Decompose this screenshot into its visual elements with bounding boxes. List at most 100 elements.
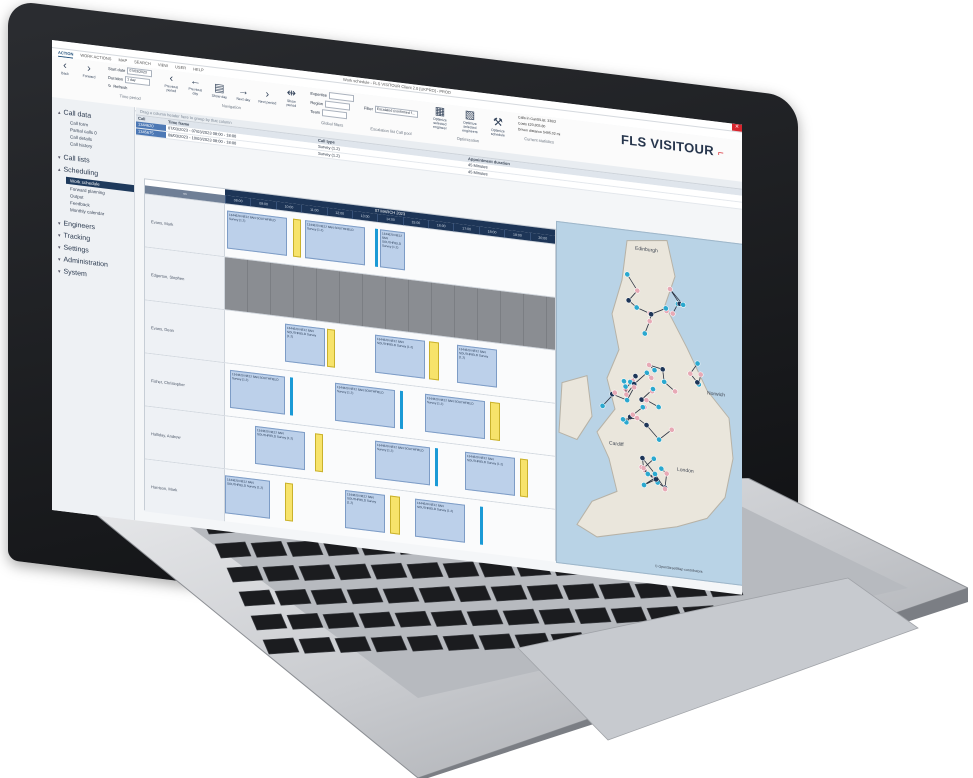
travel-block[interactable] [490,401,500,442]
previous-period-button[interactable]: ‹ Previous period [162,72,180,94]
travel-block[interactable] [315,433,323,473]
show-day-button[interactable]: ▤ Show day [210,81,228,100]
keyboard-key [406,562,444,579]
fls-visitour-logo: FLS VISITOUR ⌐ [621,131,724,160]
optimize-engineers-button[interactable]: ▧ Optimize selected engineers [458,108,482,135]
next-period-button[interactable]: › Next period [258,87,276,105]
next-day-button[interactable]: → Next day [234,84,252,103]
status-stripe[interactable] [435,448,438,487]
team-select[interactable] [322,109,348,120]
keyboard-key [538,608,576,625]
job-block[interactable]: 1344620 NE12 8AN SOUTHFIELD Survey (1.2) [345,489,385,533]
keyboard-key [382,586,420,604]
chevron-down-icon: ▾ [58,268,61,276]
job-block[interactable]: 1344620 NE12 8AN SOUTHFIELD Survey (1.2) [255,425,305,471]
status-stripe[interactable] [290,377,293,416]
engineer-name[interactable]: Halliday, Andrew [145,406,225,469]
chevron-right-icon: › [87,62,91,75]
job-block[interactable]: 1344620 NE12 8AN SOUTHFIELD Survey (1.2) [465,451,515,496]
job-block[interactable]: 1344620 NE12 8AN SOUTHFIELD Survey (1.2) [375,440,430,486]
region-label: Region [310,99,324,107]
travel-block[interactable] [520,458,528,498]
job-block[interactable]: 1344620 NE12 8AN SOUTHFIELD Survey (1.2) [285,323,325,367]
job-block[interactable]: 1344620 NE12 8AN SOUTHFIELD Survey (1.2) [230,369,285,415]
keyboard-key [370,562,408,580]
keyboard-key [238,589,276,607]
engineer-name[interactable]: Harrison, Mark [145,459,225,522]
keyboard-key [394,610,432,628]
previous-day-button[interactable]: ← Previous day [186,74,204,96]
job-block[interactable]: 1344620 NE12 8AN SOUTHFIELD Survey (1.2) [457,344,497,388]
team-label: Team [310,108,321,115]
keyboard-key [298,636,336,654]
engineer-name[interactable]: Evans, Mark [145,194,225,257]
keyboard-key [322,612,360,629]
chevron-down-icon: ▾ [58,154,61,162]
keyboard-key [274,588,312,606]
land-mass-west [558,375,593,441]
job-block[interactable]: 1344620 NE12 8AN SOUTHFIELD Survey (1.2) [425,393,485,440]
travel-block[interactable] [429,341,439,381]
chevron-down-icon: ▾ [58,256,61,264]
main-content: Drag a column header here to group by th… [136,107,742,594]
time-period-group: Start date 07/03/2023 Duration 1 day ↻ Refr… [108,65,153,102]
keyboard-key [478,633,516,651]
keyboard-key [610,606,648,624]
start-date-label: Start date [108,65,126,74]
keyboard-key [262,564,300,582]
visit-marker[interactable] [669,310,676,317]
chevron-down-icon: ▾ [58,244,61,252]
keyboard-key [298,564,336,581]
job-block[interactable]: 1344620 NE12 8AN SOUTHFIELD Survey (1.2) [335,382,395,429]
keyboard-key [490,584,528,602]
keyboard-key [562,583,600,601]
travel-block[interactable] [390,495,400,535]
keyboard-key [334,563,372,581]
job-block[interactable]: 1344620 NE12 8AN SOUTHFIELD Survey (1.2) [227,210,287,256]
job-block[interactable]: 1344620 NE12 8AN SOUTHFIELD Survey (1.2) [225,475,270,519]
job-block[interactable]: 1344620 NE12 8AN SOUTHFIELD Survey (1.2) [375,334,425,379]
forward-button[interactable]: › Forward [80,61,98,79]
keyboard-key [442,561,480,579]
chevron-down-icon: ▾ [58,232,61,240]
travel-block[interactable] [327,328,335,368]
job-block[interactable]: 1344620 NE12 8AN SOUTHFIELD Survey (1.2) [415,498,465,543]
keyboard-key [418,586,456,603]
travel-block[interactable] [285,482,293,522]
route-map[interactable]: Edinburgh Norwich Cardiff London © OpenS… [556,220,742,586]
chevron-up-icon: ▴ [58,109,61,117]
status-stripe[interactable] [480,506,483,545]
expertise-label: Expertise [310,90,328,98]
status-stripe[interactable] [375,228,378,268]
engineer-name[interactable]: Fisher, Christopher [145,353,225,416]
travel-block[interactable] [293,218,301,258]
job-block[interactable]: 1344620 NE12 8AN SOUTHFIELD Survey (1.2) [380,229,405,271]
status-stripe[interactable] [400,390,403,430]
engineer-name[interactable]: Evans, Dean [145,300,225,363]
keyboard-key [262,637,300,655]
history-group: ‹ Back › Forward [56,58,98,79]
optimize-schedule-button[interactable]: ⚒ Optimize schedule [488,116,508,138]
show-period-button[interactable]: ⇹ Show period [282,86,300,108]
keyboard-key [370,635,408,653]
back-button[interactable]: ‹ Back [56,58,74,76]
logo-swoosh-icon: ⌐ [717,147,724,160]
job-block[interactable]: 1344620 NE12 8AN SOUTHFIELD Survey (1.2) [305,220,365,266]
optimize-engineer-button[interactable]: ▦ Optimize selected engineer [428,104,452,131]
keyboard-key [466,609,504,627]
keyboard-key [454,585,492,603]
keyboard-key [574,607,612,625]
chevron-left-icon: ‹ [169,72,174,85]
close-icon[interactable]: ✕ [732,123,742,132]
statistics-caption: Current statistics [524,135,555,145]
time-period-caption: Time period [119,93,141,101]
map-canvas[interactable] [557,222,742,585]
chevron-left-icon: ‹ [63,59,67,72]
refresh-icon: ↻ [108,82,112,89]
chevron-right-icon: › [265,88,270,101]
visit-marker[interactable] [680,301,686,308]
engineer-name[interactable]: Edgerton, Stephen [145,247,225,310]
escalation-filter-label: Filter [364,105,373,112]
expand-period-icon: ⇹ [286,86,296,100]
escalation-filter-select[interactable]: Escalated (confirmed f... [374,105,418,118]
